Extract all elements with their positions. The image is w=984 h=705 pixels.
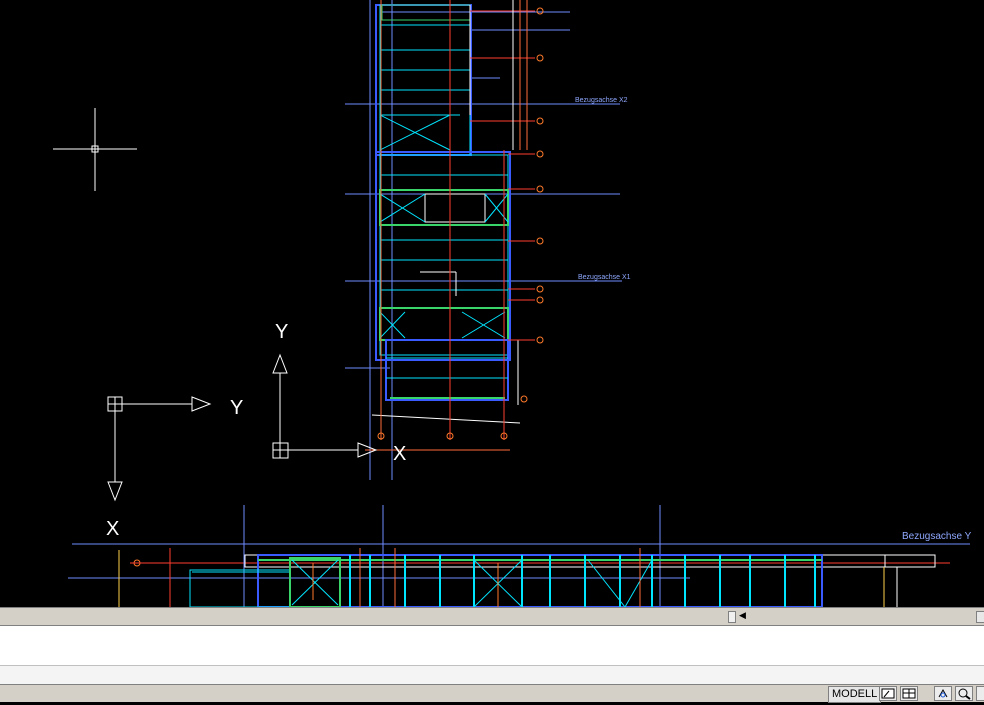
command-line[interactable]: [0, 625, 984, 666]
axis-label-x2: Bezugsachse X2: [575, 97, 628, 104]
status-bar: MODELL: [0, 684, 984, 703]
layout-icon[interactable]: [879, 686, 897, 701]
pan-icon[interactable]: [934, 686, 952, 701]
orbit-icon[interactable]: [976, 686, 984, 701]
ucs-large-x-label: X: [106, 518, 119, 540]
ucs-small-y-label: Y: [275, 321, 288, 343]
horizontal-scrollbar[interactable]: ◀: [0, 607, 984, 625]
scroll-left-icon[interactable]: ◀: [739, 610, 746, 621]
model-tab-button[interactable]: MODELL: [828, 686, 882, 703]
command-separator: [0, 666, 984, 684]
zoom-icon[interactable]: [955, 686, 973, 701]
vertical-structure-plan: [345, 0, 622, 480]
horizontal-structure-plan: [68, 505, 970, 607]
ucs-icon-large: [107, 396, 212, 502]
ucs-small-x-label: X: [393, 443, 406, 465]
crosshair-cursor: [53, 108, 137, 191]
drawing-viewport[interactable]: Bezugsachse X2 Bezugsachse X1 Bezugsachs…: [0, 0, 984, 607]
axis-label-x1: Bezugsachse X1: [578, 274, 631, 281]
ucs-icon-small: [272, 353, 378, 459]
ucs-large-y-label: Y: [230, 397, 243, 419]
scroll-thumb[interactable]: [728, 611, 736, 623]
layout-multi-icon[interactable]: [900, 686, 918, 701]
grid-bubbles: [133, 7, 544, 567]
scroll-right-icon[interactable]: [976, 611, 984, 623]
axis-label-y: Bezugsachse Y: [902, 531, 972, 542]
